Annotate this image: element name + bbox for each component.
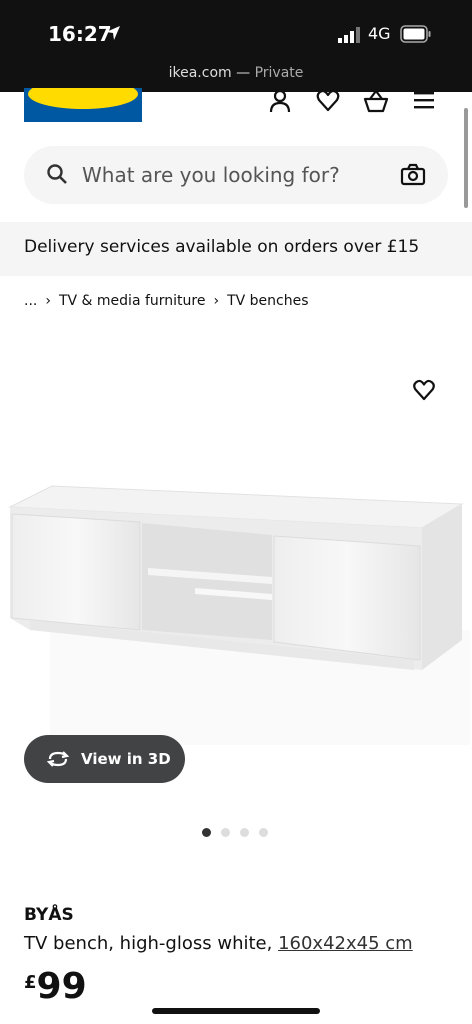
product-dimensions-link[interactable]: 160x42x45 cm [278,933,413,954]
menu-icon[interactable] [412,88,438,114]
view-in-3d-label: View in 3D [81,750,171,768]
network-type: 4G [368,24,391,43]
product-description: TV bench, high-gloss white, 160x42x45 cm [24,933,413,954]
signal-icon [338,27,360,43]
price-amount: 99 [36,966,87,1007]
status-bar: 16:27 4G ikea.com — Private [0,0,472,92]
basket-icon[interactable] [363,88,389,114]
url-domain: ikea.com [168,65,232,81]
search-icon [47,164,67,184]
carousel-dot[interactable] [202,828,211,837]
favourites-icon[interactable] [315,88,341,114]
image-carousel-dots [202,828,268,837]
search-placeholder[interactable]: What are you looking for? [82,163,340,187]
add-to-favourites-icon[interactable] [412,378,436,402]
price-currency: £ [24,972,37,993]
ikea-logo[interactable] [24,88,142,122]
product-price: £99 [24,966,87,1007]
home-indicator[interactable] [152,1008,320,1014]
search-bar[interactable]: What are you looking for? [24,146,448,204]
account-icon[interactable] [267,88,293,114]
private-mode-label: Private [254,65,304,81]
status-time: 16:27 [48,22,112,46]
chevron-right-icon: › [45,293,51,309]
delivery-banner-text: Delivery services available on orders ov… [24,237,420,257]
carousel-dot[interactable] [240,828,249,837]
battery-icon [400,25,431,43]
product-name: BYÅS [24,905,74,925]
site-header [0,88,472,132]
breadcrumb-item-tv-media-furniture[interactable]: TV & media furniture [59,293,206,309]
browser-url[interactable]: ikea.com — Private [0,65,472,81]
breadcrumb-ellipsis[interactable]: ... [24,293,37,309]
rotate-3d-icon [46,751,70,767]
breadcrumb-item-tv-benches[interactable]: TV benches [227,293,308,309]
scrollbar[interactable] [464,108,468,208]
delivery-banner[interactable]: Delivery services available on orders ov… [0,222,472,276]
carousel-dot[interactable] [259,828,268,837]
product-image[interactable] [0,480,472,750]
breadcrumb: ... › TV & media furniture › TV benches [24,293,309,309]
camera-search-icon[interactable] [400,162,426,188]
view-in-3d-button[interactable]: View in 3D [24,735,185,783]
product-type: TV bench, high-gloss white, [24,933,279,954]
carousel-dot[interactable] [221,828,230,837]
chevron-right-icon: › [213,293,220,309]
location-arrow-icon [106,26,120,40]
url-separator: — [231,65,255,81]
